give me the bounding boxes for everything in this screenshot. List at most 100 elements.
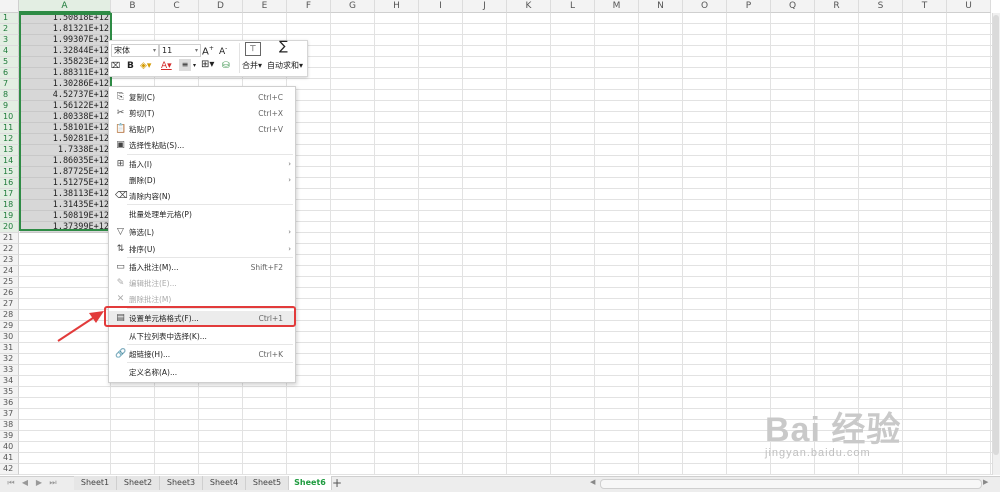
column-header-b[interactable]: B — [111, 0, 155, 13]
conditional-format-icon[interactable]: ⛁ — [222, 60, 230, 72]
first-sheet-icon[interactable]: ⏮ — [4, 477, 18, 489]
row-header-33[interactable]: 33 — [0, 365, 19, 376]
font-color-icon[interactable]: A▾ — [161, 60, 172, 72]
decrease-font-icon[interactable]: A- — [219, 43, 227, 58]
row-header-32[interactable]: 32 — [0, 354, 19, 365]
row-header-17[interactable]: 17 — [0, 189, 19, 200]
column-header-d[interactable]: D — [199, 0, 243, 13]
align-center-icon[interactable]: ≡ — [179, 59, 191, 71]
column-header-k[interactable]: K — [507, 0, 551, 13]
row-header-21[interactable]: 21 — [0, 233, 19, 244]
menu-item-10[interactable]: ⇅ 排序(U) › — [109, 242, 295, 257]
menu-item-7[interactable]: ⌫ 清除内容(N) — [109, 189, 295, 204]
next-sheet-icon[interactable]: ▶ — [32, 477, 46, 489]
row-header-7[interactable]: 7 — [0, 79, 19, 90]
row-header-30[interactable]: 30 — [0, 332, 19, 343]
row-header-22[interactable]: 22 — [0, 244, 19, 255]
row-header-42[interactable]: 42 — [0, 464, 19, 475]
row-header-12[interactable]: 12 — [0, 134, 19, 145]
prev-sheet-icon[interactable]: ◀ — [18, 477, 32, 489]
font-size-select[interactable]: 11 ▾ — [159, 44, 201, 57]
row-header-19[interactable]: 19 — [0, 211, 19, 222]
row-header-9[interactable]: 9 — [0, 101, 19, 112]
column-header-c[interactable]: C — [155, 0, 199, 13]
menu-item-15[interactable]: 从下拉列表中选择(K)... — [109, 329, 295, 344]
row-header-28[interactable]: 28 — [0, 310, 19, 321]
column-header-j[interactable]: J — [463, 0, 507, 13]
menu-item-9[interactable]: ▽ 筛选(L) › — [109, 225, 295, 240]
row-header-15[interactable]: 15 — [0, 167, 19, 178]
bold-button[interactable]: B — [127, 60, 134, 72]
row-header-23[interactable]: 23 — [0, 255, 19, 266]
last-sheet-icon[interactable]: ⏭ — [46, 477, 60, 489]
column-header-i[interactable]: I — [419, 0, 463, 13]
menu-item-3[interactable]: 📋 粘贴(P) Ctrl+V — [109, 122, 295, 137]
row-header-27[interactable]: 27 — [0, 299, 19, 310]
sheet-tab-sheet6[interactable]: Sheet6 — [289, 476, 332, 490]
row-header-37[interactable]: 37 — [0, 409, 19, 420]
fill-color-icon[interactable]: ◈▾ — [140, 60, 151, 72]
add-sheet-button[interactable]: + — [330, 476, 344, 490]
row-header-41[interactable]: 41 — [0, 453, 19, 464]
autosum-button[interactable]: 自动求和▾ — [267, 60, 303, 72]
merge-icon[interactable]: ⊤ — [245, 42, 261, 56]
menu-item-4[interactable]: ▣ 选择性粘贴(S)... — [109, 138, 295, 153]
menu-item-11[interactable]: ▭ 插入批注(M)... Shift+F2 — [109, 260, 295, 275]
column-header-a[interactable]: A — [19, 0, 111, 13]
column-header-m[interactable]: M — [595, 0, 639, 13]
row-header-14[interactable]: 14 — [0, 156, 19, 167]
menu-item-5[interactable]: ⊞ 插入(I) › — [109, 157, 295, 172]
row-header-34[interactable]: 34 — [0, 376, 19, 387]
column-header-t[interactable]: T — [903, 0, 947, 13]
menu-item-8[interactable]: 批量处理单元格(P) — [109, 207, 295, 222]
increase-font-icon[interactable]: A+ — [202, 43, 214, 58]
column-header-q[interactable]: Q — [771, 0, 815, 13]
column-header-r[interactable]: R — [815, 0, 859, 13]
menu-item-17[interactable]: 定义名称(A)... — [109, 365, 295, 380]
select-all-corner[interactable] — [0, 0, 19, 13]
column-header-l[interactable]: L — [551, 0, 595, 13]
row-header-13[interactable]: 13 — [0, 145, 19, 156]
row-header-40[interactable]: 40 — [0, 442, 19, 453]
column-header-e[interactable]: E — [243, 0, 287, 13]
scroll-right-icon[interactable]: ▶ — [983, 478, 988, 486]
row-header-6[interactable]: 6 — [0, 68, 19, 79]
vertical-scrollbar-thumb[interactable] — [993, 15, 999, 455]
row-header-1[interactable]: 1 — [0, 13, 19, 24]
row-header-29[interactable]: 29 — [0, 321, 19, 332]
column-header-p[interactable]: P — [727, 0, 771, 13]
row-header-10[interactable]: 10 — [0, 112, 19, 123]
row-header-31[interactable]: 31 — [0, 343, 19, 354]
merge-button[interactable]: 合并▾ — [242, 60, 262, 72]
row-header-39[interactable]: 39 — [0, 431, 19, 442]
chevron-down-icon[interactable]: ▾ — [193, 60, 196, 72]
scroll-left-icon[interactable]: ◀ — [590, 478, 595, 486]
borders-icon[interactable]: ⊞▾ — [201, 59, 214, 71]
row-header-36[interactable]: 36 — [0, 398, 19, 409]
row-header-24[interactable]: 24 — [0, 266, 19, 277]
horizontal-scrollbar[interactable] — [600, 479, 982, 489]
column-header-f[interactable]: F — [287, 0, 331, 13]
row-header-4[interactable]: 4 — [0, 46, 19, 57]
format-painter-icon[interactable]: ⌧ — [111, 60, 123, 72]
row-header-20[interactable]: 20 — [0, 222, 19, 233]
column-header-n[interactable]: N — [639, 0, 683, 13]
menu-item-16[interactable]: 🔗 超链接(H)... Ctrl+K — [109, 347, 295, 362]
sheet-tab-sheet3[interactable]: Sheet3 — [160, 476, 203, 490]
sheet-tab-sheet2[interactable]: Sheet2 — [117, 476, 160, 490]
row-header-18[interactable]: 18 — [0, 200, 19, 211]
menu-item-6[interactable]: 删除(D) › — [109, 173, 295, 188]
row-header-26[interactable]: 26 — [0, 288, 19, 299]
row-header-8[interactable]: 8 — [0, 90, 19, 101]
sheet-tab-sheet5[interactable]: Sheet5 — [246, 476, 289, 490]
row-header-35[interactable]: 35 — [0, 387, 19, 398]
row-header-16[interactable]: 16 — [0, 178, 19, 189]
menu-item-2[interactable]: ✂ 剪切(T) Ctrl+X — [109, 106, 295, 121]
row-header-11[interactable]: 11 — [0, 123, 19, 134]
autosum-icon[interactable]: ∑ — [279, 40, 288, 53]
menu-item-1[interactable]: ⎘ 复制(C) Ctrl+C — [109, 90, 295, 105]
row-header-3[interactable]: 3 — [0, 35, 19, 46]
column-header-s[interactable]: S — [859, 0, 903, 13]
column-header-g[interactable]: G — [331, 0, 375, 13]
row-header-25[interactable]: 25 — [0, 277, 19, 288]
